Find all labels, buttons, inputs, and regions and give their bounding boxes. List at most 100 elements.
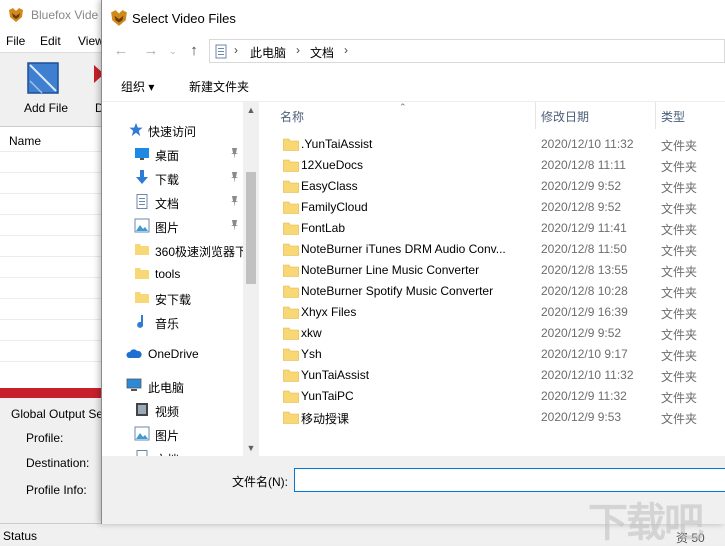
file-row[interactable]: xkw 2020/12/9 9:52 文件夹 — [259, 323, 725, 344]
pin-icon[interactable] — [230, 220, 239, 231]
file-row[interactable]: NoteBurner Spotify Music Converter 2020/1… — [259, 281, 725, 302]
tree-item-pc-pictures[interactable]: 图片 — [102, 423, 243, 445]
file-name: NoteBurner Line Music Converter — [301, 263, 480, 277]
organize-button[interactable]: 组织 ▾ — [121, 78, 154, 95]
file-name: FontLab — [301, 221, 346, 235]
column-header-type[interactable]: 类型 — [661, 108, 685, 135]
file-row[interactable]: YunTaiPC 2020/12/9 11:32 文件夹 — [259, 386, 725, 407]
file-row[interactable]: Ysh 2020/12/10 9:17 文件夹 — [259, 344, 725, 365]
tree-item-downloads[interactable]: 下载 — [102, 167, 243, 189]
folder-icon — [283, 180, 299, 193]
this-pc-icon — [215, 44, 227, 59]
file-row[interactable]: .YunTaiAssist 2020/12/10 11:32 文件夹 — [259, 134, 725, 155]
column-divider[interactable] — [535, 102, 536, 129]
file-date: 2020/12/10 11:32 — [541, 137, 634, 151]
file-type: 文件夹 — [661, 223, 698, 237]
tree-label: 音乐 — [155, 317, 180, 331]
column-header-name[interactable]: 名称 — [280, 108, 304, 135]
picture-icon — [134, 426, 150, 441]
list-divider — [0, 214, 110, 215]
folder-icon — [283, 243, 299, 256]
global-output-settings: Global Output Setti Profile: Destination… — [0, 398, 113, 523]
folder-icon — [283, 390, 299, 403]
file-type: 文件夹 — [661, 244, 698, 258]
folder-icon — [283, 369, 299, 382]
file-row[interactable]: Xhyx Files 2020/12/9 16:39 文件夹 — [259, 302, 725, 323]
column-divider[interactable] — [655, 102, 656, 129]
file-row[interactable]: FontLab 2020/12/9 11:41 文件夹 — [259, 218, 725, 239]
tree-item-pictures[interactable]: 图片 — [102, 215, 243, 237]
tree-item-pc-documents[interactable]: 文档 — [102, 447, 243, 456]
forward-arrow-icon[interactable]: → — [142, 42, 160, 60]
select-video-files-dialog: Select Video Files ← → ⌄ ↑ › 此电脑 › 文档 › … — [101, 0, 725, 524]
scroll-up-arrow-icon[interactable]: ▲ — [243, 102, 259, 118]
scrollbar-thumb[interactable] — [246, 172, 256, 284]
tree-item-videos[interactable]: 视频 — [102, 399, 243, 421]
breadcrumb-chevron-icon[interactable]: › — [344, 43, 348, 57]
list-col-name[interactable]: Name — [9, 134, 41, 148]
file-row[interactable]: NoteBurner Line Music Converter 2020/12/8… — [259, 260, 725, 281]
command-bar: 组织 ▾ 新建文件夹 — [102, 68, 725, 102]
file-row[interactable]: 移动授课 2020/12/9 9:53 文件夹 — [259, 407, 725, 428]
navigation-pane: 快速访问 桌面 下载 文档 图片 360极速浏览器下 tools 安下载 音乐 … — [102, 102, 259, 456]
tree-item-360-browser[interactable]: 360极速浏览器下 — [102, 239, 243, 261]
document-icon — [136, 194, 148, 209]
folder-icon — [283, 306, 299, 319]
settings-header: Global Output Setti — [11, 407, 113, 421]
app-titlebar: Bluefox Vide — [0, 0, 110, 32]
column-header-modified[interactable]: 修改日期 — [541, 108, 589, 135]
dialog-title: Select Video Files — [132, 11, 236, 26]
file-row[interactable]: YunTaiAssist 2020/12/10 11:32 文件夹 — [259, 365, 725, 386]
tree-item-documents[interactable]: 文档 — [102, 191, 243, 213]
list-divider — [0, 298, 110, 299]
folder-icon — [283, 138, 299, 151]
recent-locations-chevron-icon[interactable]: ⌄ — [164, 42, 182, 60]
list-divider — [0, 319, 110, 320]
add-file-button[interactable]: Add File — [24, 101, 68, 115]
bluefox-logo-icon — [111, 10, 127, 26]
menu-file[interactable]: File — [6, 34, 25, 48]
add-file-icon[interactable] — [26, 61, 60, 95]
file-row[interactable]: FamilyCloud 2020/12/8 9:52 文件夹 — [259, 197, 725, 218]
app-file-list: Name — [0, 126, 110, 388]
file-name: 移动授课 — [301, 412, 350, 426]
navigation-scrollbar[interactable]: ▲ ▼ — [243, 102, 259, 456]
tree-onedrive[interactable]: OneDrive — [102, 343, 243, 365]
scroll-down-arrow-icon[interactable]: ▼ — [243, 440, 259, 456]
sort-ascending-icon: ⌃ — [399, 102, 407, 112]
breadcrumb-documents[interactable]: 文档 — [310, 44, 334, 61]
breadcrumb-chevron-icon[interactable]: › — [296, 43, 300, 57]
pin-icon[interactable] — [230, 196, 239, 207]
list-divider — [0, 361, 110, 362]
pin-icon[interactable] — [230, 172, 239, 183]
breadcrumb-this-pc[interactable]: 此电脑 — [250, 44, 286, 61]
file-name: 12XueDocs — [301, 158, 364, 172]
file-row[interactable]: 12XueDocs 2020/12/8 11:11 文件夹 — [259, 155, 725, 176]
file-row[interactable]: NoteBurner iTunes DRM Audio Conv... 2020/… — [259, 239, 725, 260]
pin-icon[interactable] — [230, 148, 239, 159]
back-arrow-icon[interactable]: ← — [112, 42, 130, 60]
tree-this-pc[interactable]: 此电脑 — [102, 375, 243, 397]
file-name: Ysh — [301, 347, 322, 361]
new-folder-button[interactable]: 新建文件夹 — [189, 78, 249, 95]
filename-input[interactable] — [294, 468, 725, 492]
breadcrumb-chevron-icon[interactable]: › — [234, 43, 238, 57]
profile-label: Profile: — [26, 431, 64, 445]
menu-view[interactable]: View — [78, 34, 104, 48]
menu-edit[interactable]: Edit — [40, 34, 61, 48]
file-type: 文件夹 — [661, 370, 698, 384]
tree-item-tools[interactable]: tools — [102, 263, 243, 285]
address-bar[interactable]: › 此电脑 › 文档 › — [209, 39, 725, 63]
list-divider — [0, 277, 110, 278]
tree-label: OneDrive — [148, 347, 199, 361]
folder-icon — [283, 285, 299, 298]
tree-item-an-downloads[interactable]: 安下载 — [102, 287, 243, 309]
tree-item-music[interactable]: 音乐 — [102, 311, 243, 333]
folder-icon — [135, 268, 149, 279]
tree-quick-access[interactable]: 快速访问 — [102, 119, 243, 141]
tree-item-desktop[interactable]: 桌面 — [102, 143, 243, 165]
file-row[interactable]: EasyClass 2020/12/9 9:52 文件夹 — [259, 176, 725, 197]
bluefox-logo-icon — [9, 8, 23, 22]
up-arrow-icon[interactable]: ↑ — [185, 42, 203, 60]
profile-info-label: Profile Info: — [26, 483, 87, 497]
